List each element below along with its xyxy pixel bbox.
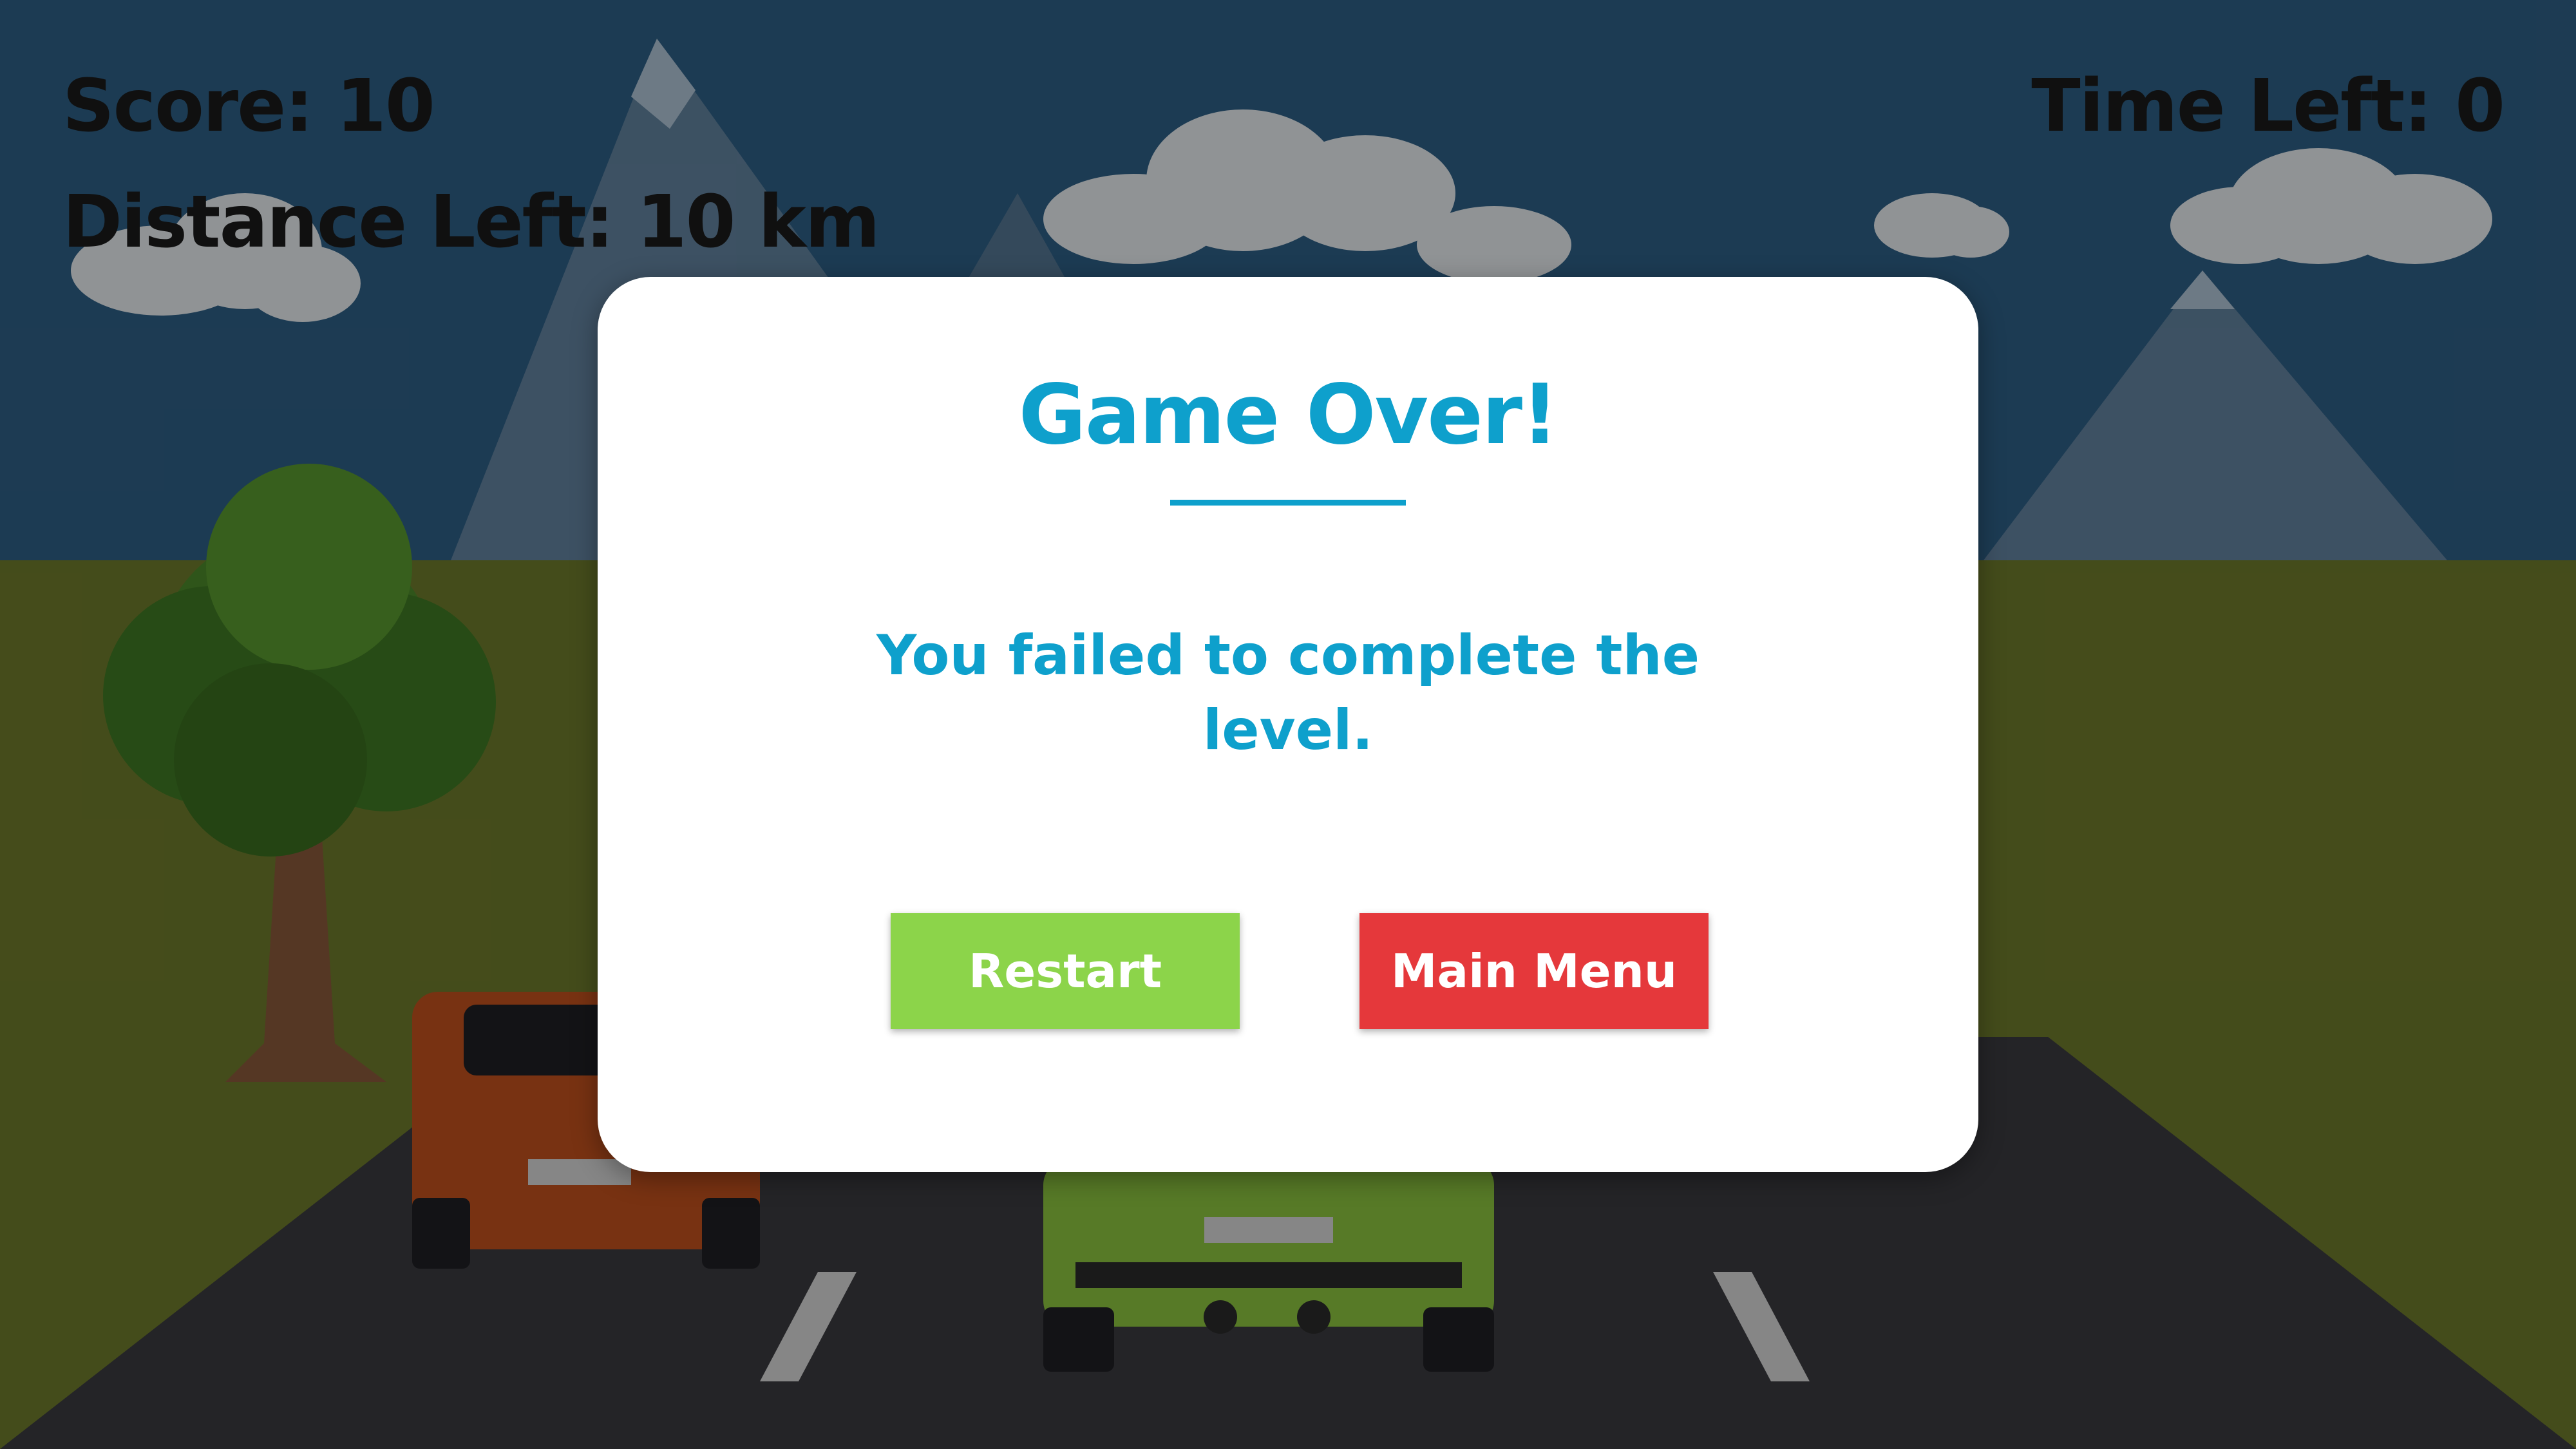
- game-over-dialog: Game Over! You failed to complete the le…: [598, 277, 1978, 1172]
- restart-button[interactable]: Restart: [891, 913, 1240, 1029]
- dialog-message: You failed to complete the level.: [876, 623, 1700, 762]
- dialog-title: Game Over!: [1018, 367, 1559, 463]
- title-divider: [1170, 500, 1406, 506]
- main-menu-button[interactable]: Main Menu: [1359, 913, 1709, 1029]
